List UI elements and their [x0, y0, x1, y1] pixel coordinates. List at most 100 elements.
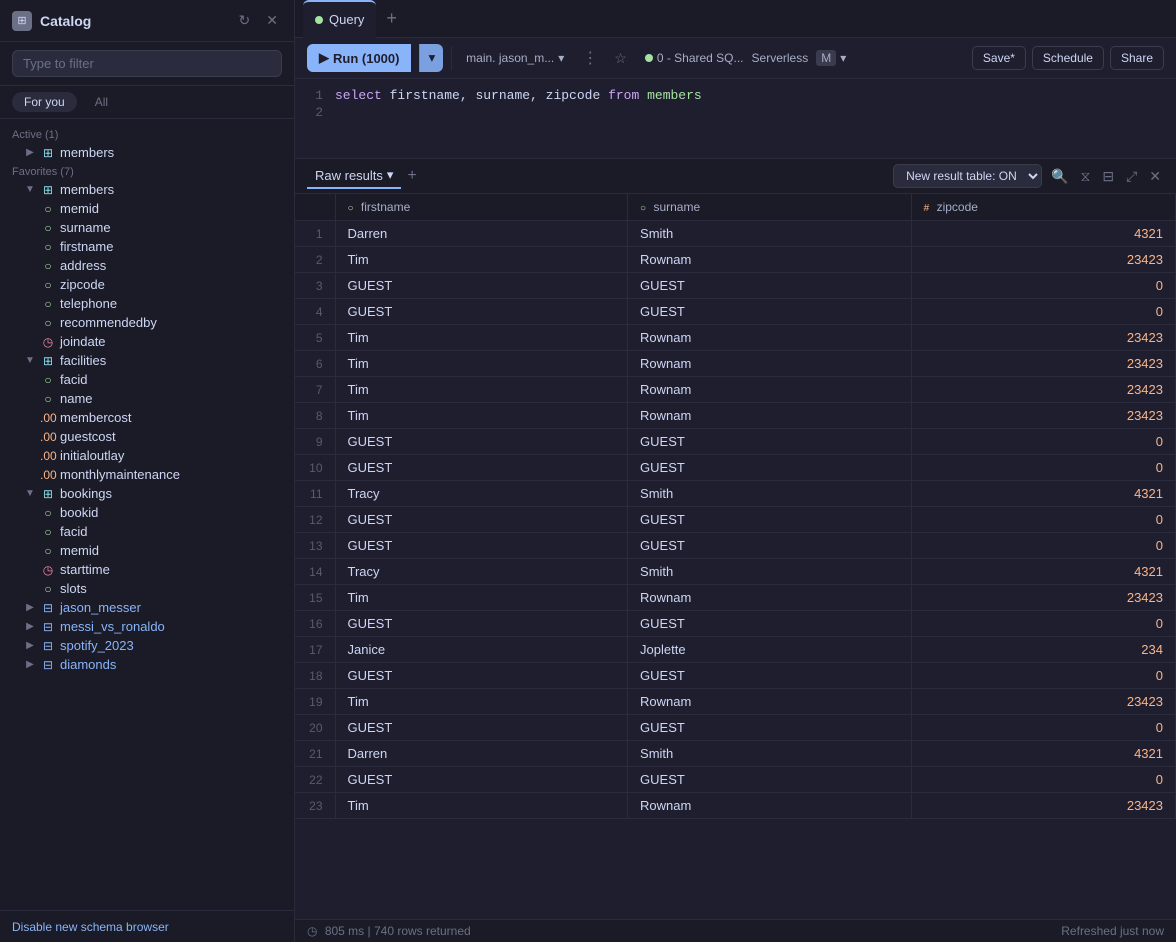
db-spotify-2023[interactable]: ▶ ⊟ spotify_2023	[0, 636, 294, 655]
firstname-header[interactable]: ○ firstname	[335, 194, 628, 221]
zipcode-cell: 23423	[911, 377, 1175, 403]
db-spotify-2023-label: spotify_2023	[60, 638, 134, 653]
tab-for-you[interactable]: For you	[12, 92, 77, 112]
run-button[interactable]: ▶ Run (1000)	[307, 44, 411, 72]
results-panel: Raw results ▾ + New result table: ON 🔍 ⧖…	[295, 159, 1176, 942]
line-number-1: 1	[295, 88, 335, 103]
add-result-button[interactable]: +	[407, 167, 416, 185]
col-memid2[interactable]: ○ memid	[0, 541, 294, 560]
table-row[interactable]: 12 GUEST GUEST 0	[295, 507, 1176, 533]
table-row[interactable]: 14 Tracy Smith 4321	[295, 559, 1176, 585]
row-number: 21	[295, 741, 335, 767]
layout-button[interactable]: ⊟	[1099, 165, 1117, 188]
new-tab-button[interactable]: +	[380, 8, 403, 29]
table-row[interactable]: 6 Tim Rownam 23423	[295, 351, 1176, 377]
col-membercost[interactable]: .00 membercost	[0, 408, 294, 427]
disable-schema-browser-link[interactable]: Disable new schema browser	[12, 920, 169, 934]
filter-input[interactable]	[12, 50, 282, 77]
table-row[interactable]: 11 Tracy Smith 4321	[295, 481, 1176, 507]
surname-header[interactable]: ○ surname	[628, 194, 912, 221]
row-number: 1	[295, 221, 335, 247]
table-row[interactable]: 17 Janice Joplette 234	[295, 637, 1176, 663]
more-options-button[interactable]: ⋮	[578, 46, 602, 70]
star-button[interactable]: ☆	[610, 48, 631, 69]
schedule-button[interactable]: Schedule	[1032, 46, 1104, 70]
row-number: 18	[295, 663, 335, 689]
col-recommendedby[interactable]: ○ recommendedby	[0, 313, 294, 332]
table-row[interactable]: 21 Darren Smith 4321	[295, 741, 1176, 767]
num-icon: .00	[40, 430, 56, 444]
chevron-down-icon: ▼	[24, 488, 36, 499]
sql-editor[interactable]: 1 select firstname, surname, zipcode fro…	[295, 79, 1176, 159]
clock-icon: ◷	[307, 924, 317, 938]
col-zipcode[interactable]: ○ zipcode	[0, 275, 294, 294]
col-telephone[interactable]: ○ telephone	[0, 294, 294, 313]
new-result-table-select[interactable]: New result table: ON	[893, 164, 1042, 188]
active-members-item[interactable]: ▶ ⊞ members	[0, 143, 294, 162]
close-sidebar-button[interactable]: ✕	[262, 10, 282, 31]
col-bookid[interactable]: ○ bookid	[0, 503, 294, 522]
col-guestcost[interactable]: .00 guestcost	[0, 427, 294, 446]
table-row[interactable]: 13 GUEST GUEST 0	[295, 533, 1176, 559]
run-dropdown-button[interactable]: ▾	[419, 44, 443, 72]
col-firstname[interactable]: ○ firstname	[0, 237, 294, 256]
table-row[interactable]: 20 GUEST GUEST 0	[295, 715, 1176, 741]
results-table-wrapper[interactable]: ○ firstname ○ surname # zipcode	[295, 194, 1176, 919]
col-slots[interactable]: ○ slots	[0, 579, 294, 598]
save-button[interactable]: Save*	[972, 46, 1026, 70]
firstname-cell: Tim	[335, 403, 628, 429]
refresh-button[interactable]: ↻	[235, 10, 255, 31]
col-starttime[interactable]: ◷ starttime	[0, 560, 294, 579]
zipcode-header[interactable]: # zipcode	[911, 194, 1175, 221]
firstname-cell: GUEST	[335, 663, 628, 689]
col-facid[interactable]: ○ facid	[0, 370, 294, 389]
fav-bookings-item[interactable]: ▼ ⊞ bookings	[0, 484, 294, 503]
surname-cell: Rownam	[628, 247, 912, 273]
fav-facilities-item[interactable]: ▼ ⊞ facilities	[0, 351, 294, 370]
run-label: Run (1000)	[333, 51, 399, 66]
col-surname[interactable]: ○ surname	[0, 218, 294, 237]
db-messi-vs-ronaldo[interactable]: ▶ ⊟ messi_vs_ronaldo	[0, 617, 294, 636]
share-button[interactable]: Share	[1110, 46, 1164, 70]
zipcode-cell: 0	[911, 507, 1175, 533]
table-row[interactable]: 19 Tim Rownam 23423	[295, 689, 1176, 715]
table-row[interactable]: 2 Tim Rownam 23423	[295, 247, 1176, 273]
table-row[interactable]: 9 GUEST GUEST 0	[295, 429, 1176, 455]
col-joindate-label: joindate	[60, 334, 106, 349]
col-joindate[interactable]: ◷ joindate	[0, 332, 294, 351]
query-tab[interactable]: Query	[303, 0, 376, 38]
fullscreen-button[interactable]: ⤢	[1123, 165, 1140, 188]
table-row[interactable]: 8 Tim Rownam 23423	[295, 403, 1176, 429]
connection-selector[interactable]: main. jason_m... ▾	[460, 47, 570, 69]
db-diamonds[interactable]: ▶ ⊟ diamonds	[0, 655, 294, 674]
table-row[interactable]: 10 GUEST GUEST 0	[295, 455, 1176, 481]
table-row[interactable]: 1 Darren Smith 4321	[295, 221, 1176, 247]
tab-all[interactable]: All	[83, 92, 120, 112]
col-memid[interactable]: ○ memid	[0, 199, 294, 218]
col-type-icon: ○	[348, 203, 354, 214]
table-row[interactable]: 22 GUEST GUEST 0	[295, 767, 1176, 793]
filter-results-button[interactable]: ⧖	[1078, 165, 1094, 188]
table-row[interactable]: 5 Tim Rownam 23423	[295, 325, 1176, 351]
table-row[interactable]: 7 Tim Rownam 23423	[295, 377, 1176, 403]
table-row[interactable]: 15 Tim Rownam 23423	[295, 585, 1176, 611]
table-row[interactable]: 16 GUEST GUEST 0	[295, 611, 1176, 637]
fav-members-label: members	[60, 182, 114, 197]
table-row[interactable]: 18 GUEST GUEST 0	[295, 663, 1176, 689]
col-monthlymaintenance[interactable]: .00 monthlymaintenance	[0, 465, 294, 484]
col-name[interactable]: ○ name	[0, 389, 294, 408]
table-row[interactable]: 4 GUEST GUEST 0	[295, 299, 1176, 325]
col-initialoutlay[interactable]: .00 initialoutlay	[0, 446, 294, 465]
raw-results-tab[interactable]: Raw results ▾	[307, 163, 401, 189]
surname-cell: Rownam	[628, 585, 912, 611]
table-row[interactable]: 3 GUEST GUEST 0	[295, 273, 1176, 299]
cluster-selector[interactable]: 0 - Shared SQ... Serverless M ▾	[639, 46, 852, 70]
search-results-button[interactable]: 🔍	[1048, 165, 1071, 188]
col-facid2[interactable]: ○ facid	[0, 522, 294, 541]
col-address[interactable]: ○ address	[0, 256, 294, 275]
fav-members-item[interactable]: ▼ ⊞ members	[0, 180, 294, 199]
table-row[interactable]: 23 Tim Rownam 23423	[295, 793, 1176, 819]
col-icon: ○	[40, 392, 56, 406]
close-results-button[interactable]: ✕	[1146, 165, 1164, 188]
db-jason-messer[interactable]: ▶ ⊟ jason_messer	[0, 598, 294, 617]
